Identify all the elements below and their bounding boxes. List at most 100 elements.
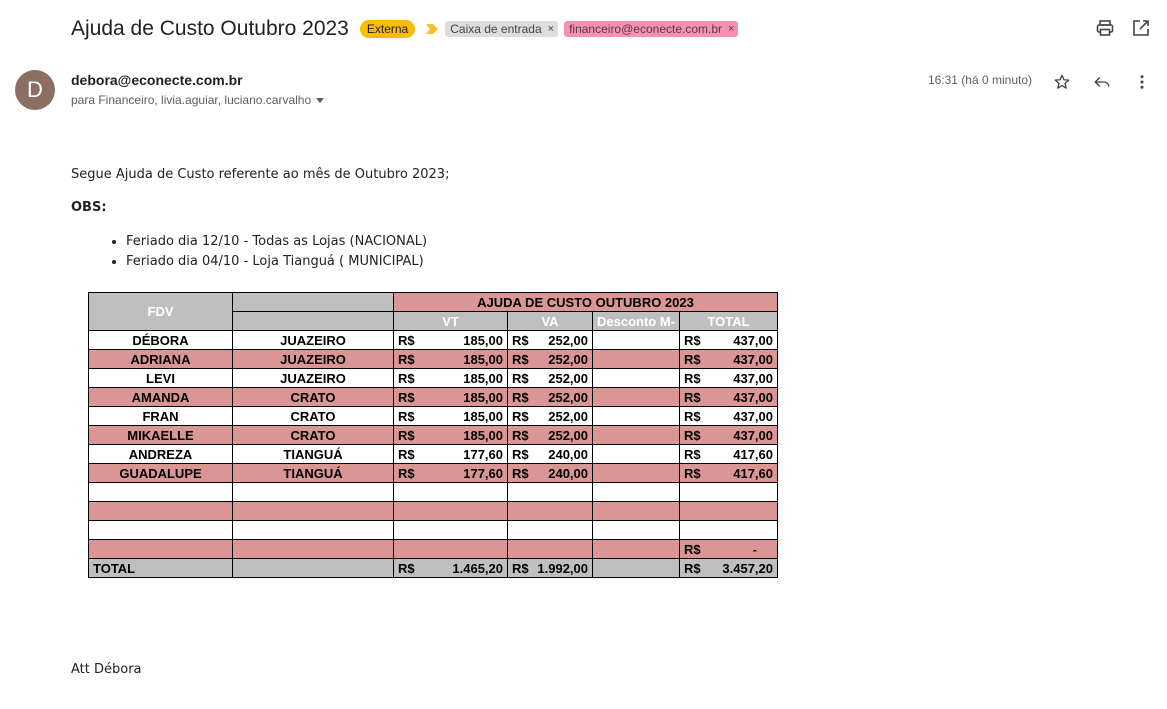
label-chip-financeiro[interactable]: financeiro@econecte.com.br × xyxy=(564,21,739,37)
dash-value: - xyxy=(752,541,757,557)
more-options-icon[interactable] xyxy=(1132,72,1152,92)
currency: R$ xyxy=(398,465,415,481)
table-row xyxy=(88,520,778,540)
show-details-icon[interactable] xyxy=(316,97,325,103)
table-row: GUADALUPE TIANGUÁ R$ 177,60 R$ 240,00 R$ 417,60 xyxy=(88,463,778,483)
cell-name: ADRIANA xyxy=(88,349,233,369)
important-marker-icon[interactable] xyxy=(425,22,439,36)
currency: R$ xyxy=(398,370,415,386)
currency: R$ xyxy=(684,560,701,576)
avatar[interactable]: D xyxy=(15,70,55,110)
cell-desconto xyxy=(592,368,680,388)
currency: R$ xyxy=(512,465,529,481)
table-row: DÉBORA JUAZEIRO R$ 185,00 R$ 252,00 R$ 437,00 xyxy=(88,330,778,350)
cell-city: JUAZEIRO xyxy=(232,368,394,388)
label-chip-text: Caixa de entrada xyxy=(450,22,542,36)
currency: R$ xyxy=(512,446,529,462)
currency: R$ xyxy=(684,446,701,462)
cell-va: 252,00 xyxy=(548,351,588,367)
currency: R$ xyxy=(512,370,529,386)
currency: R$ xyxy=(684,389,701,405)
table-title: AJUDA DE CUSTO OUTUBRO 2023 xyxy=(393,292,778,312)
cell-vt: 185,00 xyxy=(463,370,503,386)
cell-total: 437,00 xyxy=(733,351,773,367)
cell-desconto xyxy=(592,387,680,407)
cell-va: 252,00 xyxy=(548,427,588,443)
table-row: ADRIANA JUAZEIRO R$ 185,00 R$ 252,00 R$ 437,00 xyxy=(88,349,778,369)
top-actions xyxy=(1095,18,1151,38)
cell-name: ANDREZA xyxy=(88,444,233,464)
cell-desconto xyxy=(592,349,680,369)
currency: R$ xyxy=(398,351,415,367)
currency: R$ xyxy=(512,560,529,576)
list-item: Feriado dia 12/10 - Todas as Lojas (NACI… xyxy=(126,232,427,252)
obs-label: OBS: xyxy=(71,200,107,215)
timestamp: 16:31 (há 0 minuto) xyxy=(927,73,1032,87)
star-icon[interactable] xyxy=(1052,72,1072,92)
cell-city: TIANGUÁ xyxy=(232,463,394,483)
holiday-list: Feriado dia 12/10 - Todas as Lojas (NACI… xyxy=(108,232,427,272)
currency: R$ xyxy=(398,446,415,462)
table-row xyxy=(88,501,778,521)
message-actions xyxy=(1052,72,1152,92)
email-subject: Ajuda de Custo Outubro 2023 xyxy=(71,17,349,40)
cell-city: CRATO xyxy=(232,425,394,445)
currency: R$ xyxy=(398,332,415,348)
cell-city: JUAZEIRO xyxy=(232,349,394,369)
currency: R$ xyxy=(512,332,529,348)
remove-label-icon[interactable]: × xyxy=(728,23,734,35)
label-chip-inbox[interactable]: Caixa de entrada × xyxy=(445,21,559,37)
table-row: LEVI JUAZEIRO R$ 185,00 R$ 252,00 R$ 437,00 xyxy=(88,368,778,388)
cell-desconto xyxy=(592,425,680,445)
print-icon[interactable] xyxy=(1095,18,1115,38)
signature: Att Débora xyxy=(71,662,142,677)
cell-total: 437,00 xyxy=(733,427,773,443)
cell-name: AMANDA xyxy=(88,387,233,407)
header-vt: VT xyxy=(393,311,508,331)
total-vt: 1.465,20 xyxy=(452,560,503,576)
cell-va: 240,00 xyxy=(548,465,588,481)
currency: R$ xyxy=(684,541,701,557)
currency: R$ xyxy=(512,351,529,367)
cell-name: GUADALUPE xyxy=(88,463,233,483)
table-row xyxy=(88,482,778,502)
remove-label-icon[interactable]: × xyxy=(548,23,554,35)
table-row: R$ - xyxy=(88,539,778,559)
cell-va: 252,00 xyxy=(548,332,588,348)
cell-name: LEVI xyxy=(88,368,233,388)
total-total: 3.457,20 xyxy=(722,560,773,576)
cell-vt: 185,00 xyxy=(463,389,503,405)
cell-total: 417,60 xyxy=(733,446,773,462)
table-row: ANDREZA TIANGUÁ R$ 177,60 R$ 240,00 R$ 417,60 xyxy=(88,444,778,464)
currency: R$ xyxy=(684,332,701,348)
cell-total: 417,60 xyxy=(733,465,773,481)
cell-vt: 185,00 xyxy=(463,427,503,443)
table-row: FRAN CRATO R$ 185,00 R$ 252,00 R$ 437,00 xyxy=(88,406,778,426)
recipients-text: para Financeiro, livia.aguiar, luciano.c… xyxy=(71,93,312,107)
currency: R$ xyxy=(684,370,701,386)
cell-desconto xyxy=(592,406,680,426)
total-va: 1.992,00 xyxy=(537,560,588,576)
cell-desconto xyxy=(592,330,680,350)
cell-city: CRATO xyxy=(232,406,394,426)
list-item: Feriado dia 04/10 - Loja Tianguá ( MUNIC… xyxy=(126,252,427,272)
cell-va: 252,00 xyxy=(548,370,588,386)
sender-address[interactable]: debora@econecte.com.br xyxy=(71,72,243,88)
table-row: AMANDA CRATO R$ 185,00 R$ 252,00 R$ 437,00 xyxy=(88,387,778,407)
currency: R$ xyxy=(398,408,415,424)
cell-vt: 177,60 xyxy=(463,465,503,481)
cell-name: MIKAELLE xyxy=(88,425,233,445)
open-new-window-icon[interactable] xyxy=(1131,18,1151,38)
currency: R$ xyxy=(684,465,701,481)
cell-city: TIANGUÁ xyxy=(232,444,394,464)
cell-vt: 185,00 xyxy=(463,332,503,348)
table-body: DÉBORA JUAZEIRO R$ 185,00 R$ 252,00 R$ 437,00 AD… xyxy=(88,330,778,483)
reply-icon[interactable] xyxy=(1092,72,1112,92)
currency: R$ xyxy=(512,427,529,443)
table-row: MIKAELLE CRATO R$ 185,00 R$ 252,00 R$ 437,00 xyxy=(88,425,778,445)
currency: R$ xyxy=(398,389,415,405)
cell-name: FRAN xyxy=(88,406,233,426)
currency: R$ xyxy=(398,427,415,443)
cell-total: 437,00 xyxy=(733,389,773,405)
cell-total: 437,00 xyxy=(733,370,773,386)
